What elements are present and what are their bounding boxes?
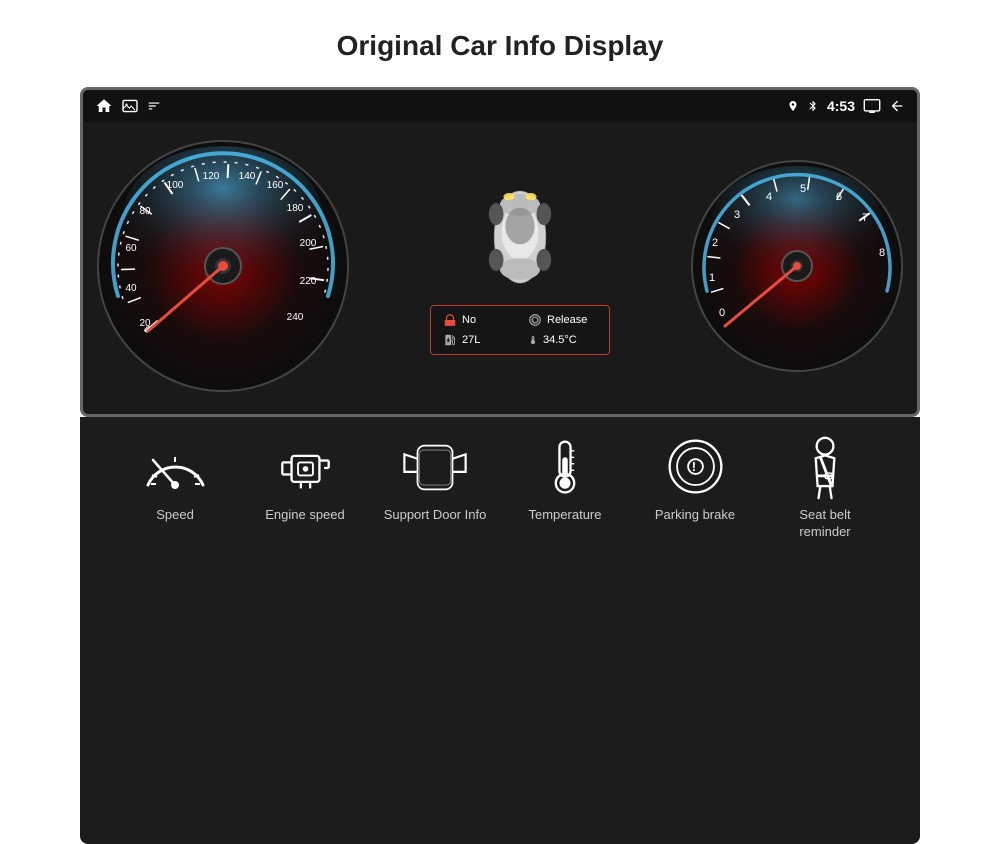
seatbelt-info: No — [443, 312, 512, 328]
svg-text:8: 8 — [879, 247, 885, 259]
page-title: Original Car Info Display — [337, 30, 664, 62]
svg-text:!: ! — [691, 459, 695, 474]
feature-speed: Speed — [110, 437, 240, 524]
svg-text:220: 220 — [300, 276, 317, 287]
temp-value: 34.5°C — [543, 334, 577, 346]
fuel-value: 27L — [462, 334, 480, 346]
parking-brake-label: Parking brake — [655, 507, 735, 524]
svg-text:180: 180 — [287, 203, 304, 214]
speed-icon — [140, 437, 210, 497]
car-top-view — [480, 182, 560, 292]
rpm-gauge: 0 1 2 3 4 5 6 7 8 — [687, 156, 907, 381]
feature-seatbelt: Seat belt reminder — [760, 437, 890, 541]
svg-text:5: 5 — [800, 183, 806, 195]
feature-parking: ! Parking brake — [630, 437, 760, 524]
svg-text:4: 4 — [766, 191, 772, 203]
image-icon — [121, 99, 139, 113]
svg-text:!: ! — [533, 318, 534, 323]
svg-text:200: 200 — [300, 238, 317, 249]
temp-info: 34.5°C — [528, 332, 597, 348]
seatbelt-icon — [790, 437, 860, 497]
svg-text:2: 2 — [712, 237, 718, 249]
fuel-info: 27L — [443, 332, 512, 348]
parking-info: ! Release — [528, 312, 597, 328]
door-icon — [400, 437, 470, 497]
status-bar-left — [95, 97, 161, 115]
temperature-label: Temperature — [529, 507, 602, 524]
status-bar-right: 4:53 — [787, 98, 905, 114]
svg-text:100: 100 — [167, 180, 184, 191]
parking-value: Release — [547, 314, 587, 326]
svg-text:40: 40 — [125, 283, 137, 294]
svg-text:3: 3 — [734, 209, 740, 221]
bluetooth-icon — [807, 98, 819, 114]
speedometer: 0 20 40 60 80 100 — [93, 136, 353, 401]
door-label: Support Door Info — [384, 507, 487, 524]
features-bar: Speed Engine speed — [80, 417, 920, 844]
status-bar: 4:53 — [83, 90, 917, 122]
svg-text:0: 0 — [719, 307, 725, 319]
svg-text:1: 1 — [709, 272, 715, 284]
parking-brake-icon: ! — [660, 437, 730, 497]
seatbelt-label: Seat belt reminder — [785, 507, 865, 541]
seatbelt-value: No — [462, 314, 476, 326]
center-info: No ! Release 27L — [353, 182, 687, 355]
location-icon — [787, 98, 799, 114]
gauge-area: 0 20 40 60 80 100 — [83, 122, 917, 414]
svg-text:20: 20 — [139, 318, 151, 329]
svg-text:120: 120 — [203, 171, 220, 182]
back-icon[interactable] — [889, 98, 905, 114]
engine-label: Engine speed — [265, 507, 345, 524]
feature-temperature: Temperature — [500, 437, 630, 524]
svg-text:160: 160 — [267, 180, 284, 191]
svg-text:80: 80 — [139, 206, 151, 217]
svg-text:60: 60 — [125, 243, 137, 254]
info-panel: No ! Release 27L — [430, 305, 610, 355]
home-icon — [95, 97, 113, 115]
screen-icon — [863, 99, 881, 113]
time-display: 4:53 — [827, 98, 855, 114]
feature-door: Support Door Info — [370, 437, 500, 524]
thermometer-icon — [530, 437, 600, 497]
dashboard-screen: 4:53 — [80, 87, 920, 417]
svg-text:240: 240 — [287, 312, 304, 323]
engine-icon — [270, 437, 340, 497]
svg-text:140: 140 — [239, 171, 256, 182]
feature-engine: Engine speed — [240, 437, 370, 524]
speed-label: Speed — [156, 507, 194, 524]
tune-icon — [147, 99, 161, 113]
